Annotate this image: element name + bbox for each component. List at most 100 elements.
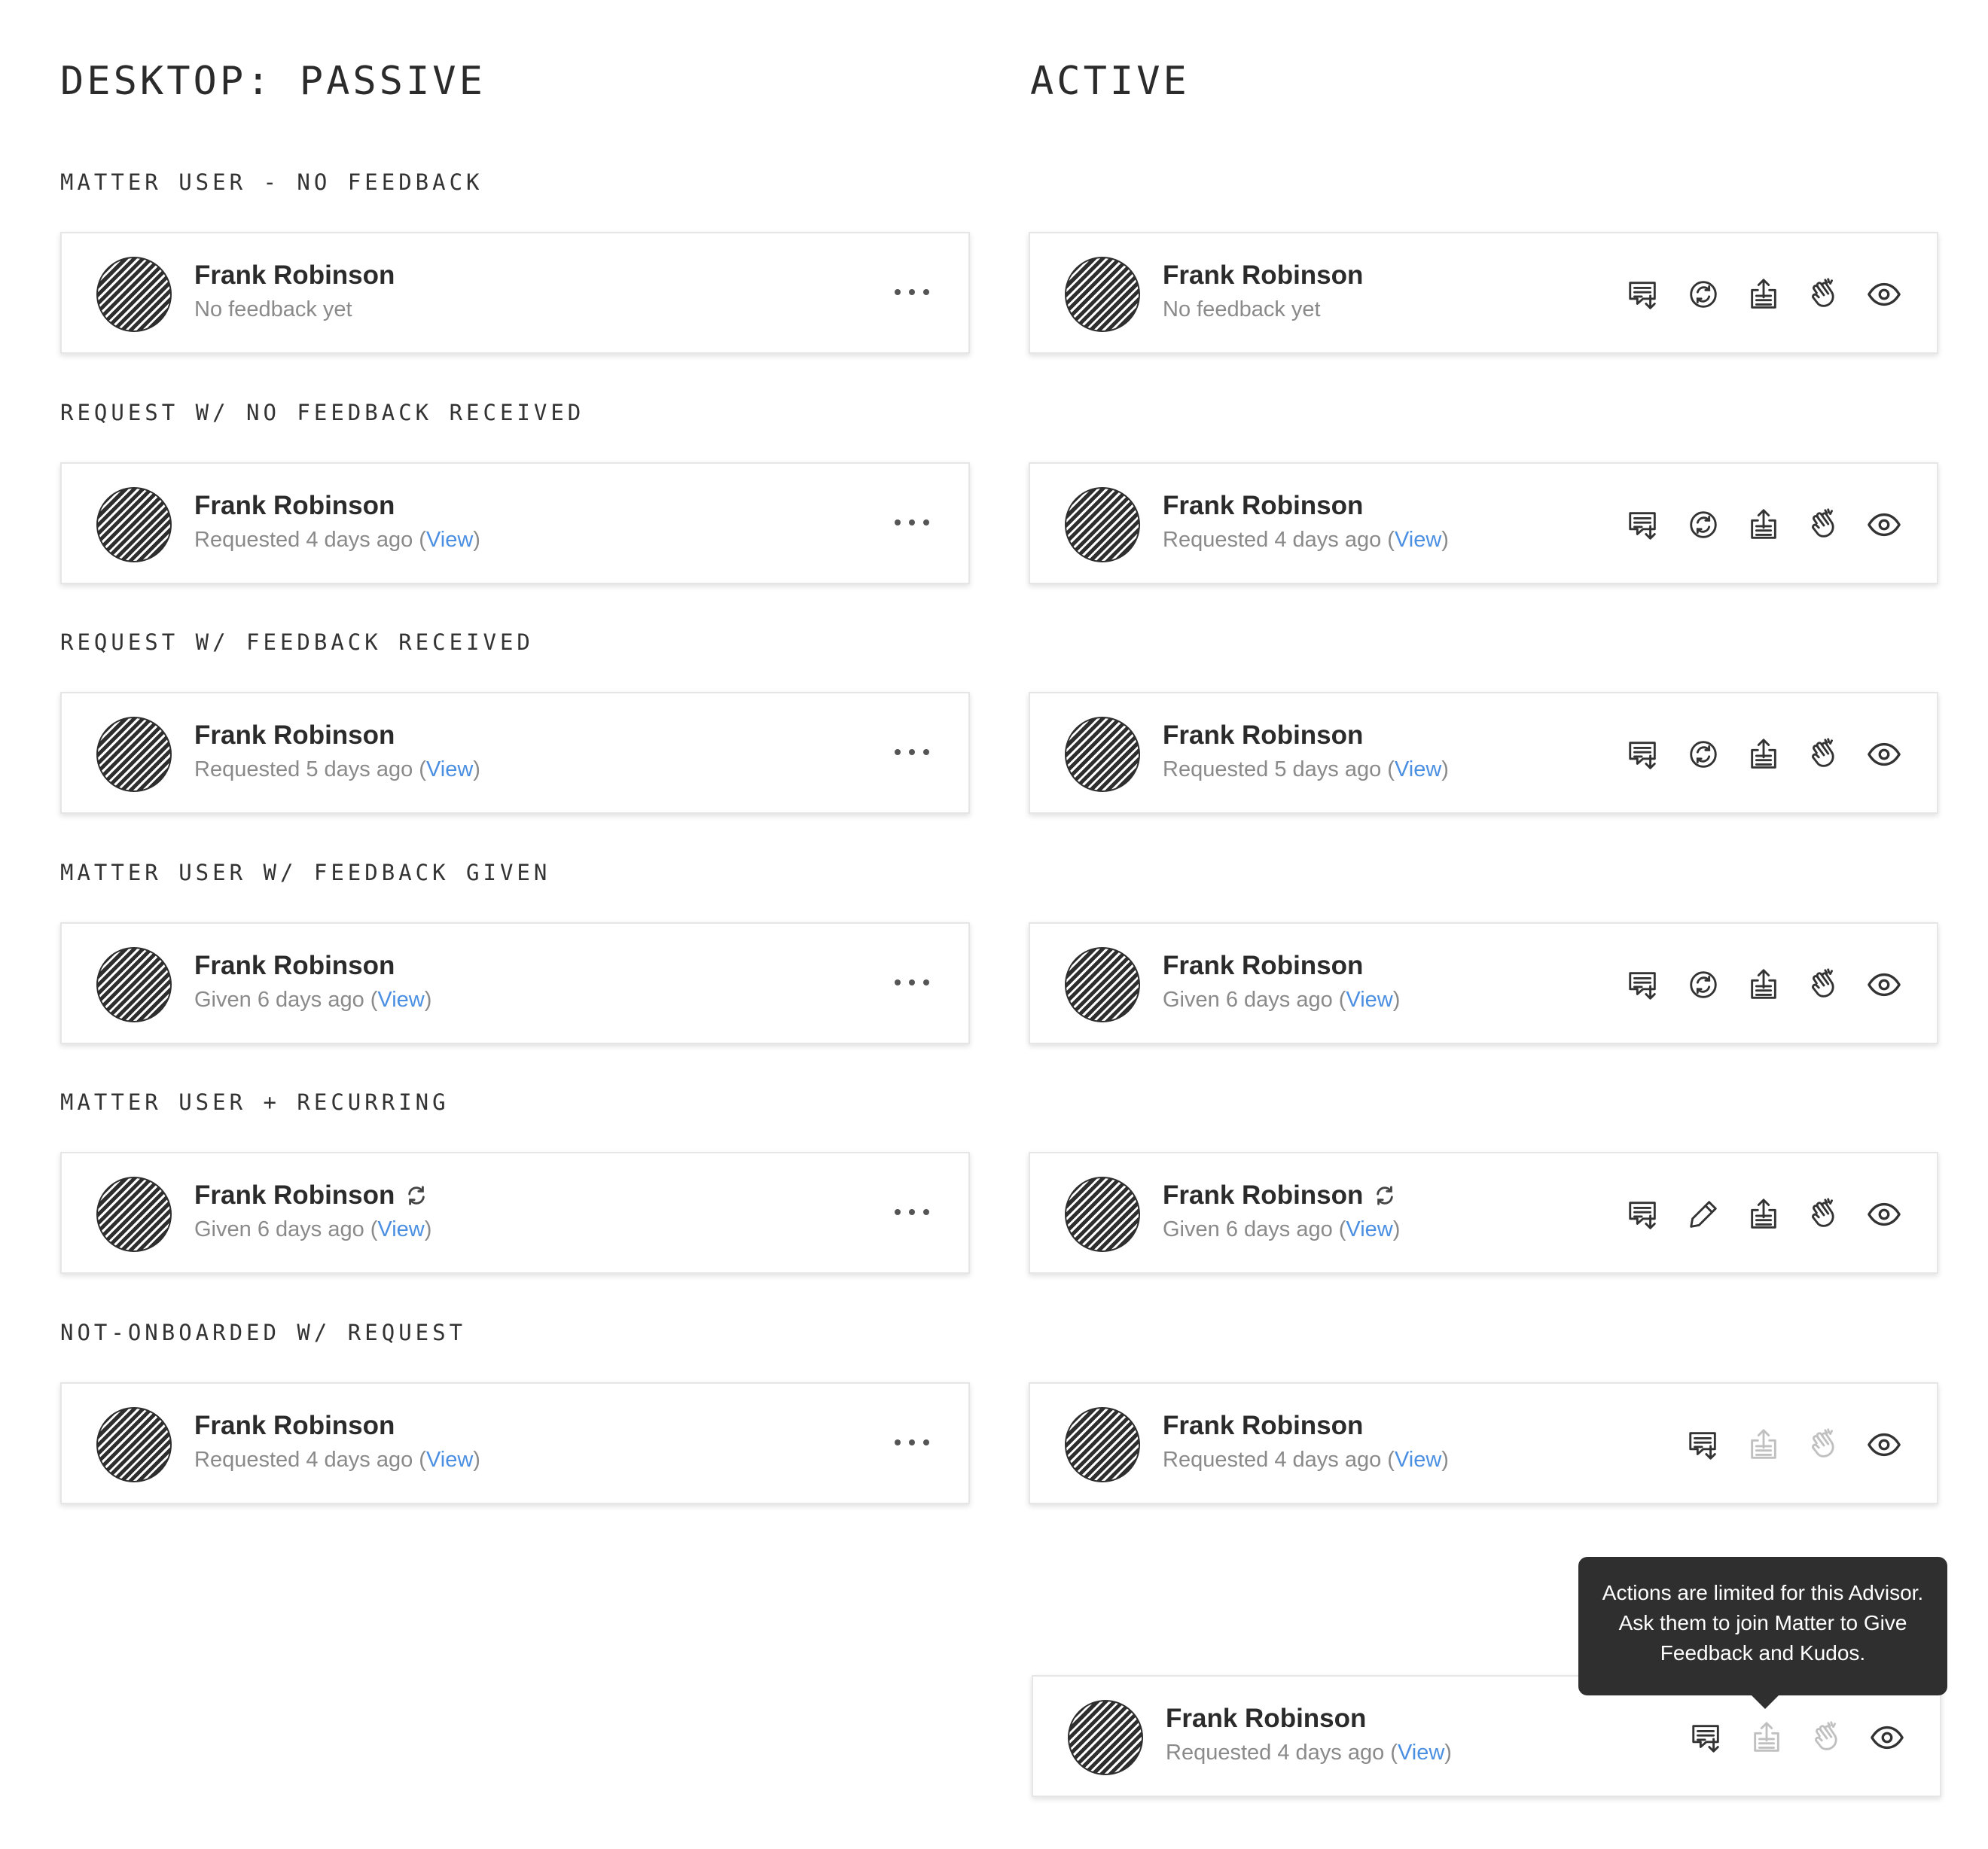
share-icon[interactable] — [1741, 962, 1786, 1007]
eye-icon[interactable] — [1861, 502, 1907, 547]
status-text: Given 6 days ago ( — [1163, 1217, 1346, 1241]
active-person-card[interactable]: Frank Robinson Requested 5 days ago (View… — [1029, 692, 1938, 814]
clap-icon — [1804, 1715, 1849, 1760]
status-text: No feedback yet — [194, 297, 352, 321]
active-person-card[interactable]: Frank Robinson Given 6 days ago (View) — [1029, 922, 1938, 1044]
person-name[interactable]: Frank Robinson — [1166, 1704, 1366, 1734]
passive-person-card[interactable]: Frank Robinson Requested 5 days ago (View… — [60, 692, 970, 814]
more-options-icon[interactable] — [895, 743, 929, 761]
person-name[interactable]: Frank Robinson — [1163, 1180, 1363, 1211]
name-row: Frank Robinson — [194, 489, 395, 522]
action-toolbar — [1621, 732, 1907, 777]
more-options-icon[interactable] — [895, 513, 929, 532]
more-dot — [909, 979, 915, 985]
clap-icon[interactable] — [1801, 962, 1846, 1007]
avatar — [1068, 1700, 1143, 1775]
section-label: MATTER USER + RECURRING — [60, 1089, 450, 1115]
eye-icon[interactable] — [1861, 1422, 1907, 1467]
status-paren-close: ) — [473, 1448, 480, 1472]
share-icon — [1741, 1422, 1786, 1467]
share-icon[interactable] — [1741, 732, 1786, 777]
view-link[interactable]: View — [426, 1448, 473, 1472]
active-person-card[interactable]: Frank Robinson Given 6 days ago (View) — [1029, 1152, 1938, 1274]
pencil-icon[interactable] — [1681, 1192, 1726, 1237]
view-link[interactable]: View — [1346, 988, 1392, 1012]
request-feedback-icon[interactable] — [1621, 1192, 1666, 1237]
passive-person-card[interactable]: Frank Robinson Requested 4 days ago (View… — [60, 1382, 970, 1504]
share-icon[interactable] — [1741, 502, 1786, 547]
active-column-title: ACTIVE — [1030, 59, 1190, 104]
request-feedback-icon[interactable] — [1621, 732, 1666, 777]
recurring-icon — [405, 1184, 428, 1207]
request-feedback-icon[interactable] — [1621, 272, 1666, 317]
name-row: Frank Robinson — [1163, 1409, 1363, 1442]
request-feedback-icon[interactable] — [1621, 962, 1666, 1007]
person-name[interactable]: Frank Robinson — [194, 260, 395, 291]
person-name[interactable]: Frank Robinson — [194, 720, 395, 751]
share-icon[interactable] — [1741, 1192, 1786, 1237]
passive-person-card[interactable]: Frank Robinson Requested 4 days ago (View… — [60, 462, 970, 584]
view-link[interactable]: View — [1395, 1448, 1441, 1472]
eye-icon[interactable] — [1861, 732, 1907, 777]
feedback-status: Requested 4 days ago (View) — [1163, 1448, 1449, 1473]
person-name[interactable]: Frank Robinson — [194, 1180, 395, 1211]
feedback-status: No feedback yet — [1163, 297, 1321, 322]
give-feedback-icon[interactable] — [1681, 272, 1726, 317]
request-feedback-icon[interactable] — [1621, 502, 1666, 547]
person-name[interactable]: Frank Robinson — [1163, 951, 1363, 981]
eye-icon[interactable] — [1865, 1715, 1910, 1760]
person-name[interactable]: Frank Robinson — [194, 1411, 395, 1441]
status-paren-close: ) — [424, 988, 432, 1012]
person-name[interactable]: Frank Robinson — [1163, 491, 1363, 521]
section-label: MATTER USER - NO FEEDBACK — [60, 169, 483, 195]
person-name[interactable]: Frank Robinson — [1163, 720, 1363, 751]
view-link[interactable]: View — [1346, 1217, 1392, 1241]
person-name[interactable]: Frank Robinson — [194, 951, 395, 981]
view-link[interactable]: View — [377, 988, 424, 1012]
share-icon[interactable] — [1741, 272, 1786, 317]
feedback-status: Given 6 days ago (View) — [194, 1217, 431, 1242]
request-feedback-icon[interactable] — [1684, 1715, 1729, 1760]
view-link[interactable]: View — [1398, 1741, 1444, 1765]
passive-person-card[interactable]: Frank Robinson No feedback yet — [60, 232, 970, 354]
eye-icon[interactable] — [1861, 962, 1907, 1007]
view-link[interactable]: View — [377, 1217, 424, 1241]
more-dot — [923, 1439, 929, 1445]
status-text: Requested 4 days ago ( — [1163, 528, 1395, 552]
person-name[interactable]: Frank Robinson — [1163, 1411, 1363, 1441]
active-person-card[interactable]: Frank Robinson No feedback yet — [1029, 232, 1938, 354]
clap-icon[interactable] — [1801, 732, 1846, 777]
person-name[interactable]: Frank Robinson — [194, 491, 395, 521]
clap-icon[interactable] — [1801, 272, 1846, 317]
action-toolbar — [1621, 272, 1907, 317]
name-row: Frank Robinson — [194, 259, 395, 292]
clap-icon[interactable] — [1801, 1192, 1846, 1237]
recurring-icon — [1374, 1184, 1396, 1207]
view-link[interactable]: View — [426, 528, 473, 552]
active-person-card[interactable]: Frank Robinson Requested 4 days ago (View… — [1029, 1382, 1938, 1504]
passive-person-card[interactable]: Frank Robinson Given 6 days ago (View) — [60, 1152, 970, 1274]
more-dot — [895, 1209, 901, 1215]
give-feedback-icon[interactable] — [1681, 962, 1726, 1007]
give-feedback-icon[interactable] — [1681, 732, 1726, 777]
request-feedback-icon[interactable] — [1681, 1422, 1726, 1467]
view-link[interactable]: View — [1395, 757, 1441, 781]
view-link[interactable]: View — [426, 757, 473, 781]
more-options-icon[interactable] — [895, 973, 929, 992]
person-name[interactable]: Frank Robinson — [1163, 260, 1363, 291]
more-options-icon[interactable] — [895, 1203, 929, 1221]
more-dot — [923, 979, 929, 985]
more-options-icon[interactable] — [895, 283, 929, 301]
name-row: Frank Robinson — [194, 949, 395, 982]
clap-icon[interactable] — [1801, 502, 1846, 547]
more-options-icon[interactable] — [895, 1433, 929, 1451]
share-icon — [1744, 1715, 1789, 1760]
name-row: Frank Robinson — [194, 719, 395, 752]
passive-person-card[interactable]: Frank Robinson Given 6 days ago (View) — [60, 922, 970, 1044]
eye-icon[interactable] — [1861, 272, 1907, 317]
feedback-status: Given 6 days ago (View) — [194, 988, 431, 1013]
give-feedback-icon[interactable] — [1681, 502, 1726, 547]
view-link[interactable]: View — [1395, 528, 1441, 552]
active-person-card[interactable]: Frank Robinson Requested 4 days ago (View… — [1029, 462, 1938, 584]
eye-icon[interactable] — [1861, 1192, 1907, 1237]
